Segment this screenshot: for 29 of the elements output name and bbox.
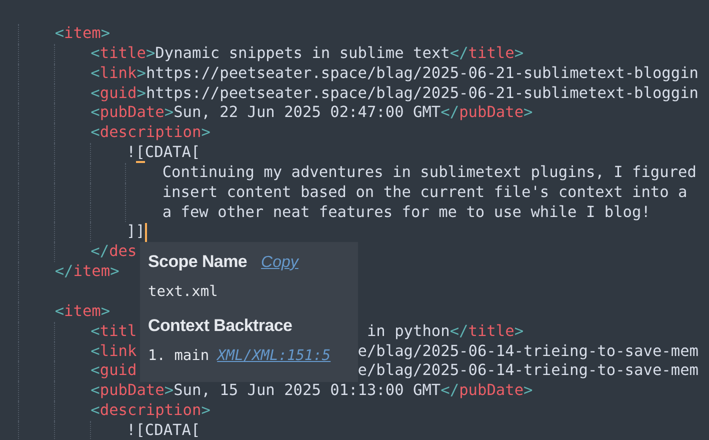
- popup-heading: Context Backtrace: [148, 316, 292, 335]
- code-line: ![CDATA[: [126, 143, 200, 163]
- backtrace-entry: 1. main: [148, 348, 210, 364]
- code-line: ]]: [126, 222, 145, 242]
- code-line: e/blag/2025-06-14-trieing-to-save-mem: [358, 361, 698, 382]
- code-line: </des: [90, 242, 137, 262]
- code-line: <titl: [90, 322, 137, 342]
- code-line: </item>: [54, 262, 120, 282]
- code-line: <guid>https://peetseater.space/blag/2025-06-21-sublimetext-bloggin: [90, 84, 699, 104]
- code-line: Continuing my adventures in sublimetext plugins, I figured: [162, 162, 696, 183]
- code-line: <title>Dynamic snippets in sublime text</title>: [90, 44, 524, 64]
- code-line: in python</title>: [366, 322, 524, 342]
- copy-link[interactable]: Copy: [261, 254, 298, 272]
- code-line: insert content based on the current file's context into a: [162, 182, 688, 203]
- code-line: <link>https://peetseater.space/blag/2025-06-21-sublimetext-bloggin: [90, 64, 699, 84]
- code-line: <pubDate>Sun, 15 Jun 2025 01:13:00 GMT</pubDate>: [90, 381, 533, 402]
- popup-heading: Scope Name: [148, 252, 248, 272]
- code-line: e/blag/2025-06-14-trieing-to-save-mem: [358, 342, 698, 362]
- code-line: <item>: [54, 24, 110, 44]
- code-line: <link: [90, 342, 137, 362]
- code-line: <description>: [90, 401, 210, 421]
- code-line: <pubDate>Sun, 22 Jun 2025 02:47:00 GMT</pubDate>: [90, 103, 533, 124]
- scope-name: text.xml: [148, 284, 219, 300]
- code-line: <item>: [54, 302, 110, 322]
- code-line: <description>: [90, 123, 210, 144]
- code-line: <guid: [90, 361, 137, 382]
- code-line: ![CDATA[: [126, 420, 200, 440]
- location-link[interactable]: XML/XML:151:5: [217, 348, 331, 364]
- code-line: a few other neat features for me to use while I blog!: [162, 202, 650, 222]
